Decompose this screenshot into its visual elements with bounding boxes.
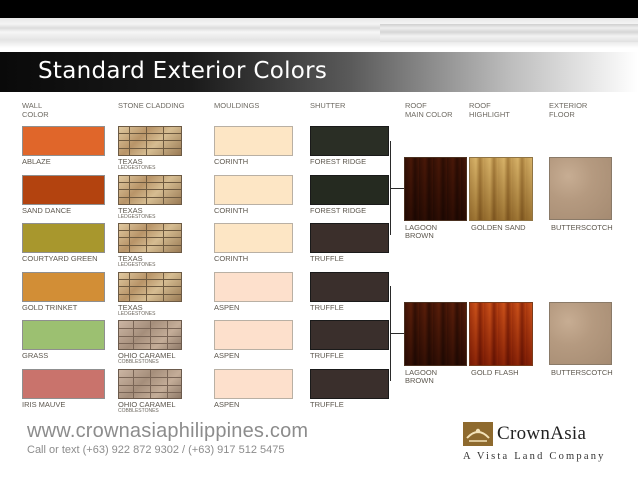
roof-main-swatch-2 — [404, 302, 467, 366]
wall-color-label: SAND DANCE — [22, 206, 72, 215]
company-logo-name: CrownAsia — [497, 423, 587, 444]
shutter-label: TRUFFLE — [310, 303, 344, 312]
roof-highlight-swatch-1 — [469, 157, 533, 221]
stone-cladding-sublabel: LEDGESTONES — [118, 311, 156, 317]
roof-highlight-label-2: GOLD FLASH — [471, 368, 519, 377]
floor-swatch-2 — [549, 302, 612, 365]
moulding-label: ASPEN — [214, 303, 240, 312]
stone-cladding-sublabel: COBBLESTONES — [118, 408, 159, 414]
shutter-label: TRUFFLE — [310, 254, 344, 263]
header-stone-cladding: STONE CLADDING — [118, 101, 185, 110]
shutter-swatch — [310, 223, 389, 253]
connector-stub-group-2 — [390, 333, 404, 334]
roof-main-label-1: LAGOON BROWN — [405, 223, 438, 240]
wall-color-swatch — [22, 223, 105, 253]
website-url[interactable]: www.crownasiaphilippines.com — [27, 420, 308, 443]
stone-cladding-sublabel: COBBLESTONES — [118, 359, 159, 365]
moulding-swatch — [214, 320, 293, 350]
header-exterior-floor: EXTERIOR FLOOR — [549, 101, 588, 119]
wall-color-swatch — [22, 175, 105, 205]
shutter-swatch — [310, 175, 389, 205]
stone-cladding-swatch — [118, 320, 182, 350]
wall-color-label: GOLD TRINKET — [22, 303, 78, 312]
stone-cladding-swatch — [118, 272, 182, 302]
stone-cladding-swatch — [118, 126, 182, 156]
floor-label-1: BUTTERSCOTCH — [551, 223, 613, 232]
company-logo-tagline: A Vista Land Company — [463, 451, 606, 462]
shutter-label: FOREST RIDGE — [310, 157, 367, 166]
shutter-swatch — [310, 272, 389, 302]
wall-color-swatch — [22, 369, 105, 399]
shutter-label: TRUFFLE — [310, 351, 344, 360]
stone-cladding-swatch — [118, 369, 182, 399]
stone-cladding-swatch — [118, 223, 182, 253]
moulding-swatch — [214, 175, 293, 205]
roof-main-swatch-1 — [404, 157, 467, 221]
stone-cladding-sublabel: LEDGESTONES — [118, 214, 156, 220]
moulding-label: ASPEN — [214, 351, 240, 360]
roof-highlight-label-1: GOLDEN SAND — [471, 223, 526, 232]
moulding-swatch — [214, 223, 293, 253]
header-mouldings: MOULDINGS — [214, 101, 260, 110]
header-wall-color: WALL COLOR — [22, 101, 49, 119]
header-shutter: SHUTTER — [310, 101, 346, 110]
wall-color-swatch — [22, 320, 105, 350]
shutter-label: FOREST RIDGE — [310, 206, 367, 215]
shutter-swatch — [310, 126, 389, 156]
moulding-label: CORINTH — [214, 206, 249, 215]
top-stripes-right — [380, 24, 638, 42]
connector-stub-group-1 — [390, 188, 404, 189]
wall-color-swatch — [22, 272, 105, 302]
stone-cladding-sublabel: LEDGESTONES — [118, 262, 156, 268]
top-black-bar — [0, 0, 638, 20]
crownasia-logo-icon — [463, 422, 493, 446]
floor-label-2: BUTTERSCOTCH — [551, 368, 613, 377]
moulding-swatch — [214, 272, 293, 302]
wall-color-label: COURTYARD GREEN — [22, 254, 98, 263]
moulding-label: CORINTH — [214, 254, 249, 263]
wall-color-label: IRIS MAUVE — [22, 400, 66, 409]
roof-main-label-2: LAGOON BROWN — [405, 368, 438, 385]
shutter-label: TRUFFLE — [310, 400, 344, 409]
slide-title: Standard Exterior Colors — [38, 58, 328, 84]
shutter-swatch — [310, 369, 389, 399]
moulding-swatch — [214, 126, 293, 156]
stone-cladding-swatch — [118, 175, 182, 205]
stone-cladding-sublabel: LEDGESTONES — [118, 165, 156, 171]
floor-swatch-1 — [549, 157, 612, 220]
header-roof-highlight: ROOF HIGHLIGHT — [469, 101, 510, 119]
moulding-label: CORINTH — [214, 157, 249, 166]
wall-color-swatch — [22, 126, 105, 156]
wall-color-label: GRASS — [22, 351, 49, 360]
moulding-label: ASPEN — [214, 400, 240, 409]
moulding-swatch — [214, 369, 293, 399]
roof-highlight-swatch-2 — [469, 302, 533, 366]
shutter-swatch — [310, 320, 389, 350]
header-roof-main-color: ROOF MAIN COLOR — [405, 101, 453, 119]
wall-color-label: ABLAZE — [22, 157, 51, 166]
contact-phone: Call or text (+63) 922 872 9302 / (+63) … — [27, 444, 285, 456]
